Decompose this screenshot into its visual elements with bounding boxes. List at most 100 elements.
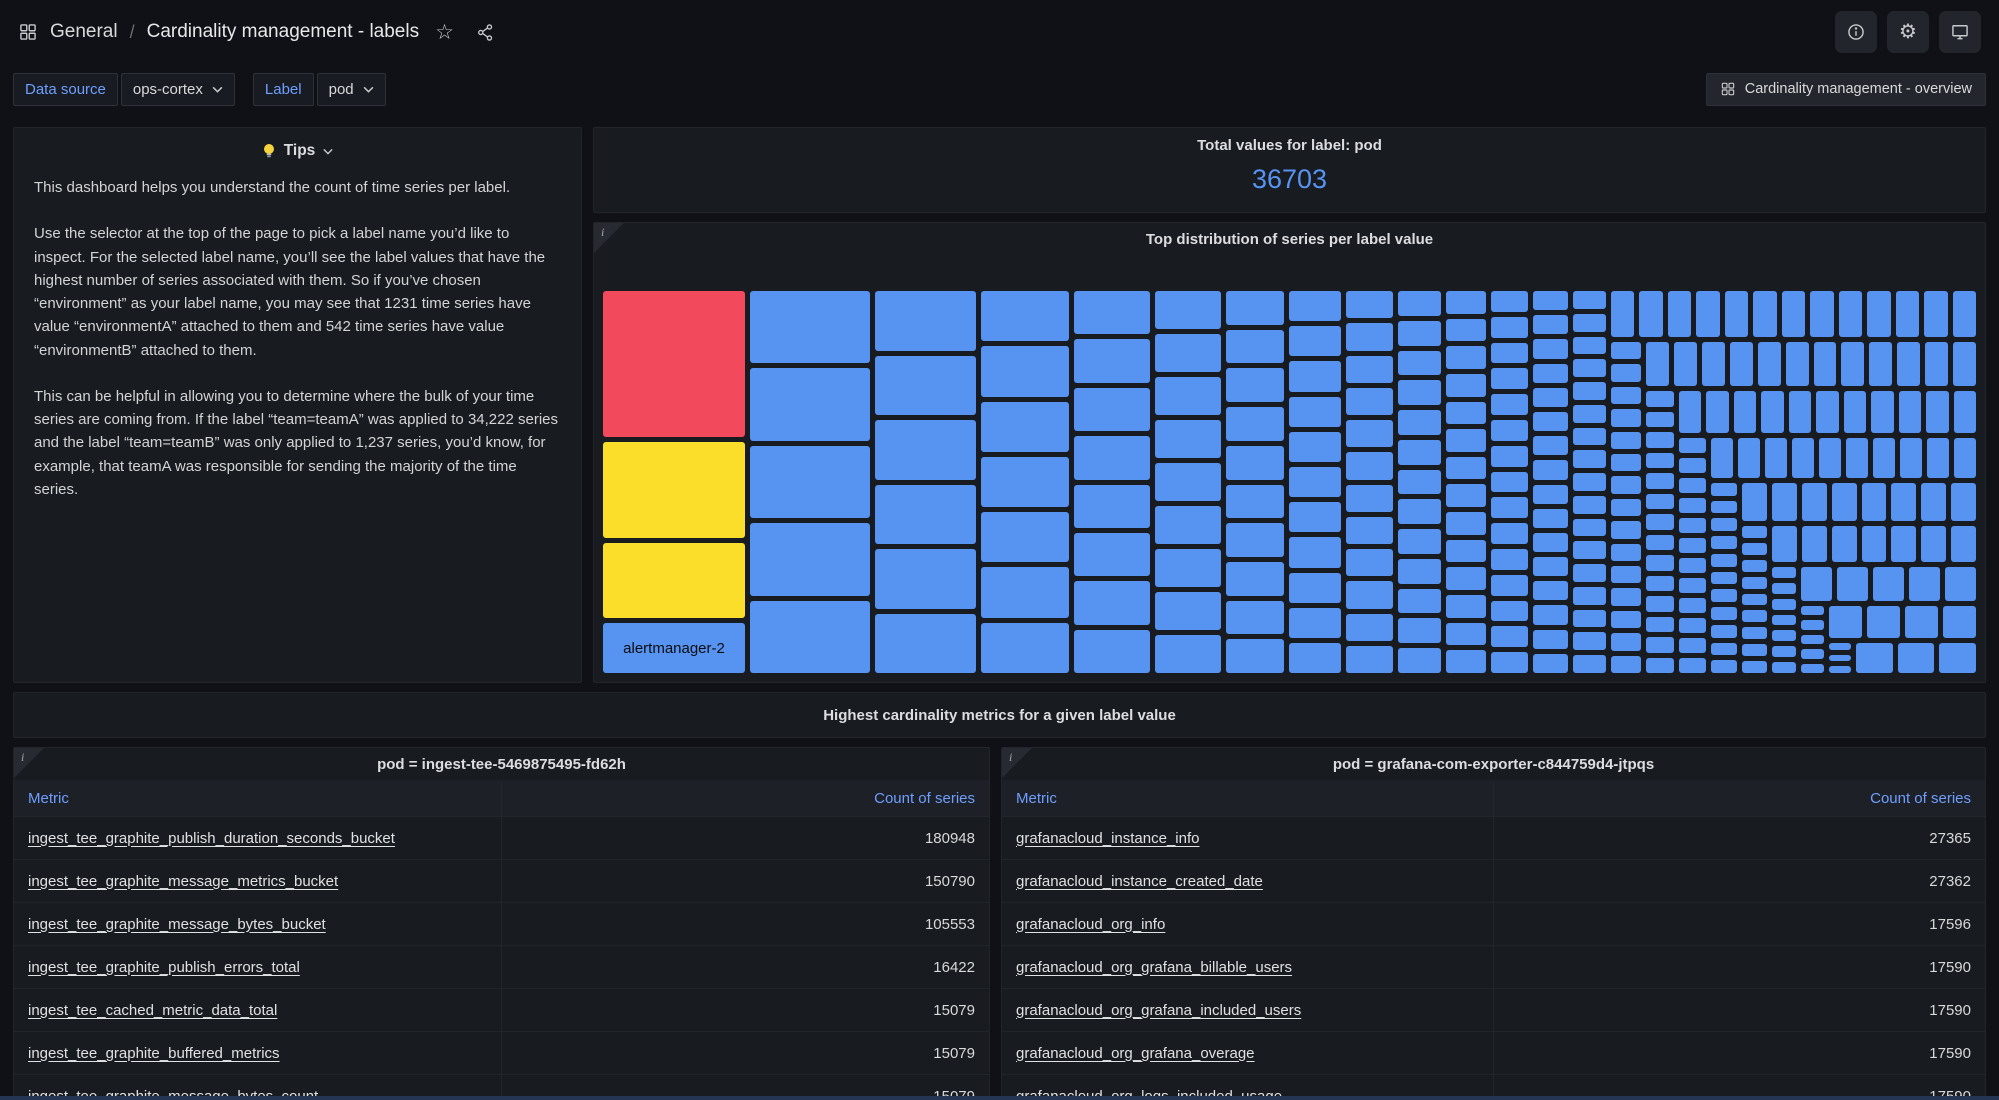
treemap-block[interactable] (1398, 410, 1441, 435)
treemap-block[interactable] (1814, 342, 1837, 386)
treemap-block[interactable] (1289, 326, 1341, 356)
treemap-block[interactable] (1742, 594, 1767, 606)
treemap-block[interactable] (1829, 655, 1851, 662)
treemap-block[interactable] (1398, 440, 1441, 465)
metric-link[interactable]: grafanacloud_instance_created_date (1016, 873, 1263, 890)
treemap-block[interactable] (1679, 558, 1706, 573)
treemap-block[interactable] (1074, 581, 1150, 624)
treemap-block[interactable] (1226, 562, 1284, 596)
treemap-block[interactable] (1679, 658, 1706, 673)
treemap-block[interactable] (981, 567, 1069, 617)
treemap-block[interactable] (1646, 473, 1674, 489)
treemap-block[interactable] (1446, 650, 1486, 673)
treemap-block[interactable] (1679, 518, 1706, 533)
treemap-block[interactable] (1491, 626, 1528, 647)
treemap-block[interactable] (1398, 618, 1441, 643)
treemap-block[interactable] (1772, 662, 1796, 673)
treemap-block[interactable] (1679, 438, 1706, 453)
treemap-block[interactable] (1772, 483, 1797, 521)
treemap-block[interactable] (1491, 394, 1528, 415)
treemap-block[interactable] (1573, 405, 1606, 423)
treemap-block[interactable] (1573, 610, 1606, 628)
treemap-block[interactable] (1226, 368, 1284, 402)
tips-panel-title[interactable]: Tips (34, 142, 561, 160)
treemap-block[interactable] (1829, 643, 1851, 650)
treemap-block[interactable] (1226, 639, 1284, 673)
treemap-block[interactable] (1074, 388, 1150, 431)
treemap-block[interactable] (1711, 536, 1737, 549)
treemap-block[interactable] (1155, 334, 1221, 372)
treemap-block[interactable] (1155, 420, 1221, 458)
treemap-block[interactable] (1155, 291, 1221, 329)
treemap-block[interactable] (1346, 356, 1393, 383)
treemap-block[interactable] (1924, 291, 1947, 337)
treemap-block[interactable] (1711, 438, 1733, 478)
treemap-block[interactable] (1226, 407, 1284, 441)
treemap-block[interactable] (1346, 452, 1393, 479)
treemap-block[interactable] (1810, 291, 1833, 337)
info-button[interactable] (1835, 11, 1877, 53)
breadcrumb-section[interactable]: General (50, 21, 118, 43)
treemap-block[interactable] (1909, 567, 1940, 601)
treemap-block[interactable] (1491, 523, 1528, 544)
dashboards-grid-icon[interactable] (18, 22, 38, 42)
treemap-block[interactable] (1446, 457, 1486, 480)
treemap-block[interactable] (1646, 658, 1674, 674)
treemap-block[interactable] (981, 623, 1069, 673)
treemap-block[interactable] (1801, 649, 1824, 658)
treemap-block[interactable] (1611, 409, 1641, 426)
treemap-block[interactable] (1611, 544, 1641, 561)
treemap-block[interactable] (875, 291, 976, 351)
treemap-block[interactable] (1711, 625, 1737, 638)
treemap-block[interactable] (1398, 351, 1441, 376)
star-icon[interactable]: ☆ (435, 22, 454, 43)
panel-info-corner[interactable] (1002, 748, 1032, 778)
column-header-metric[interactable]: Metric (14, 780, 502, 816)
treemap-block[interactable] (1674, 342, 1697, 386)
treemap-block[interactable] (1533, 315, 1568, 334)
treemap-block[interactable] (1491, 291, 1528, 312)
metric-link[interactable]: grafanacloud_org_grafana_overage (1016, 1045, 1255, 1062)
treemap-block[interactable] (1533, 630, 1568, 649)
treemap-block[interactable] (981, 512, 1069, 562)
treemap-block[interactable] (1491, 446, 1528, 467)
treemap-block[interactable] (1837, 567, 1868, 601)
treemap-block[interactable] (1533, 388, 1568, 407)
treemap-block[interactable] (1611, 611, 1641, 628)
treemap-block[interactable] (750, 446, 870, 518)
treemap-block[interactable] (1772, 526, 1797, 562)
treemap-block[interactable] (1611, 588, 1641, 605)
treemap-block[interactable] (1533, 533, 1568, 552)
treemap-block[interactable] (1772, 615, 1796, 626)
treemap-block[interactable] (1074, 485, 1150, 528)
treemap-block[interactable] (1711, 660, 1737, 673)
treemap-block[interactable] (1573, 496, 1606, 514)
treemap-block[interactable] (1533, 460, 1568, 479)
treemap-block[interactable] (1446, 567, 1486, 590)
treemap-block[interactable] (1533, 605, 1568, 624)
treemap-block[interactable] (1896, 291, 1919, 337)
treemap-block[interactable] (1900, 438, 1922, 478)
treemap-block[interactable] (1446, 319, 1486, 342)
treemap-block[interactable] (750, 601, 870, 673)
treemap-block[interactable] (1446, 291, 1486, 314)
treemap-block[interactable] (1446, 623, 1486, 646)
treemap-block[interactable] (1533, 364, 1568, 383)
treemap-block[interactable] (875, 549, 976, 609)
treemap-block[interactable] (1829, 666, 1851, 673)
treemap-block[interactable] (1772, 583, 1796, 594)
treemap-block[interactable] (1226, 446, 1284, 480)
treemap-block[interactable] (1772, 599, 1796, 610)
treemap-block[interactable] (1711, 554, 1737, 567)
treemap-block[interactable] (1953, 342, 1976, 386)
treemap-block[interactable] (1679, 478, 1706, 493)
treemap-block[interactable] (1711, 572, 1737, 585)
datasource-select[interactable]: ops-cortex (121, 73, 235, 106)
treemap-block[interactable] (1679, 578, 1706, 593)
treemap-block[interactable] (1226, 291, 1284, 325)
treemap-block[interactable] (1765, 438, 1787, 478)
treemap-block[interactable] (1289, 291, 1341, 321)
treemap-block[interactable] (1398, 529, 1441, 554)
treemap-block[interactable] (1679, 618, 1706, 633)
treemap-block[interactable] (1742, 661, 1767, 673)
